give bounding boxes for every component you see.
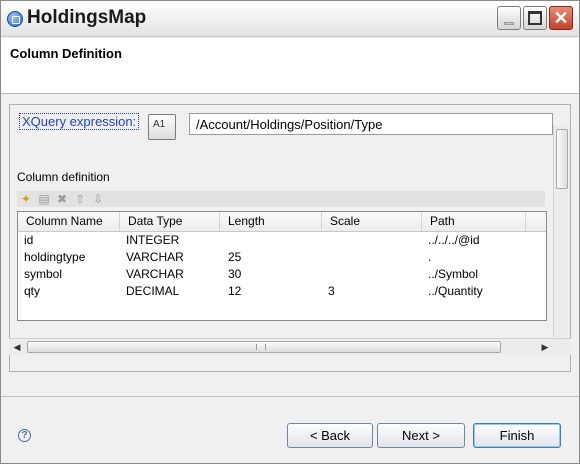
column-header[interactable]: Scale xyxy=(322,212,422,231)
table-cell: 25 xyxy=(228,250,242,264)
add-icon[interactable]: ✦ xyxy=(19,192,33,206)
table-cell: ../../../@id xyxy=(428,233,480,247)
table-row[interactable]: holdingtype VARCHAR 25 . xyxy=(18,249,546,266)
table-row[interactable]: qty DECIMAL 12 3 ../Quantity xyxy=(18,283,546,300)
table-cell: qty xyxy=(24,284,41,298)
next-button-label: Next > xyxy=(402,428,440,443)
column-table: Column Name Data Type Length Scale Path … xyxy=(17,211,547,321)
minimize-icon xyxy=(504,22,514,25)
scroll-thumb[interactable] xyxy=(556,129,568,189)
delete-icon[interactable]: ✖ xyxy=(55,192,69,206)
column-header[interactable]: Length xyxy=(220,212,322,231)
horizontal-scrollbar[interactable]: ◀ ▶ xyxy=(9,338,571,355)
maximize-button[interactable] xyxy=(523,6,547,30)
close-icon: ✕ xyxy=(553,8,569,28)
move-up-icon[interactable]: ⇧ xyxy=(73,192,87,206)
table-cell: . xyxy=(428,250,432,264)
table-cell: 30 xyxy=(228,267,242,281)
scroll-right-icon[interactable]: ▶ xyxy=(537,339,553,355)
wizard-window: HoldingsMap ✕ Column Definition XQuery e… xyxy=(0,0,580,464)
column-header[interactable]: Path xyxy=(422,212,526,231)
footer-divider xyxy=(1,396,579,397)
page-title: Column Definition xyxy=(10,46,122,61)
table-cell: symbol xyxy=(24,267,63,281)
back-button-label: < Back xyxy=(309,428,351,443)
column-header[interactable]: Column Name xyxy=(18,212,120,231)
scroll-left-icon[interactable]: ◀ xyxy=(9,339,25,355)
column-definition-label: Column definition xyxy=(17,170,110,184)
column-toolbar: ✦ ▤ ✖ ⇧ ⇩ xyxy=(17,191,545,207)
wizard-content: XQuery expression: A1 Column definition … xyxy=(1,95,579,395)
wizard-header: Column Definition xyxy=(1,38,579,94)
table-cell: id xyxy=(24,233,34,247)
vertical-scrollbar[interactable] xyxy=(553,125,570,337)
finish-button-label: Finish xyxy=(499,428,535,443)
table-cell: holdingtype xyxy=(24,250,86,264)
table-cell: ../Symbol xyxy=(428,267,479,281)
app-icon xyxy=(7,11,23,27)
xquery-expression-input[interactable] xyxy=(189,113,553,135)
next-button[interactable]: Next > xyxy=(377,423,465,448)
maximize-icon xyxy=(528,11,542,25)
table-cell: ../Quantity xyxy=(428,284,483,298)
minimize-button[interactable] xyxy=(497,6,521,30)
table-cell: DECIMAL xyxy=(126,284,180,298)
title-bar[interactable]: HoldingsMap ✕ xyxy=(1,1,579,37)
column-header[interactable]: Data Type xyxy=(120,212,220,231)
table-cell: 12 xyxy=(228,284,242,298)
table-cell: VARCHAR xyxy=(126,250,184,264)
edit-icon[interactable]: ▤ xyxy=(37,192,51,206)
table-row[interactable]: symbol VARCHAR 30 ../Symbol xyxy=(18,266,546,283)
finish-button[interactable]: Finish xyxy=(473,423,561,448)
xquery-builder-button[interactable]: A1 xyxy=(148,114,176,140)
expression-builder-icon: A1 xyxy=(153,119,166,130)
table-cell: 3 xyxy=(328,284,335,298)
table-row[interactable]: id INTEGER ../../../@id xyxy=(18,232,546,249)
window-title: HoldingsMap xyxy=(27,7,147,28)
table-body: id INTEGER ../../../@id holdingtype VARC… xyxy=(18,232,546,300)
move-down-icon[interactable]: ⇩ xyxy=(91,192,105,206)
help-icon[interactable]: ? xyxy=(18,429,31,442)
table-cell: VARCHAR xyxy=(126,267,184,281)
table-header: Column Name Data Type Length Scale Path xyxy=(18,212,546,232)
scroll-thumb[interactable] xyxy=(27,341,501,353)
grip-icon xyxy=(256,344,266,350)
close-button[interactable]: ✕ xyxy=(549,6,573,30)
back-button[interactable]: < Back xyxy=(287,423,373,448)
table-cell: INTEGER xyxy=(126,233,180,247)
xquery-expression-link[interactable]: XQuery expression: xyxy=(19,113,140,130)
